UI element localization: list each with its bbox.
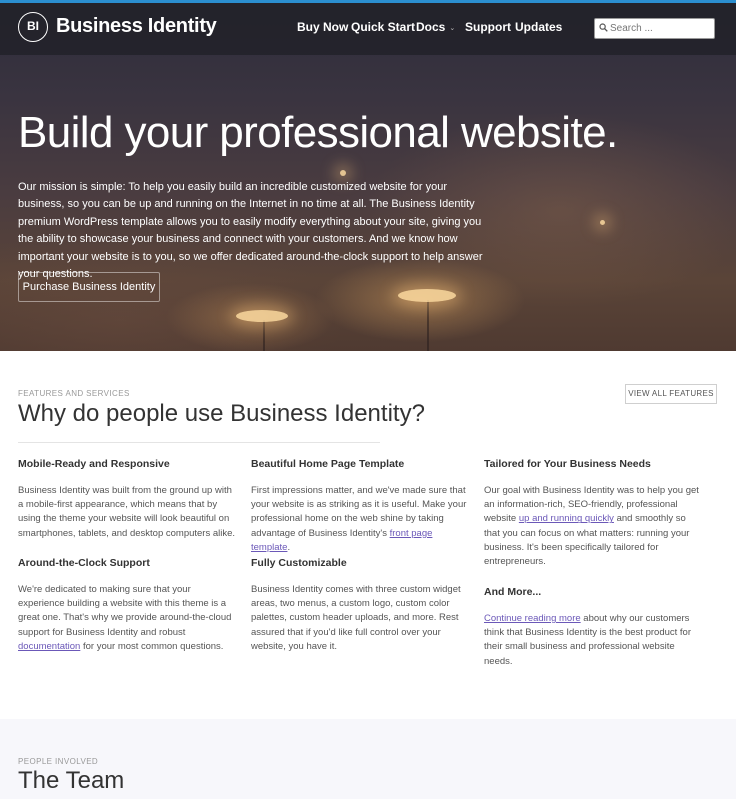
hero-mission-text: Our mission is simple: To help you easil… [18, 181, 483, 281]
team-section: PEOPLE INVOLVED The Team [0, 719, 736, 799]
hero-title: Build your professional website. [18, 108, 618, 157]
lamp-light [600, 220, 605, 225]
nav-docs[interactable]: Docs ⌄ [416, 20, 455, 34]
continue-reading-link[interactable]: Continue reading more [484, 613, 581, 624]
logo[interactable]: BI [18, 12, 48, 42]
lamp-light [398, 289, 456, 302]
search-box [594, 18, 715, 39]
feature-mobile-ready: Mobile-Ready and Responsive Business Ide… [18, 458, 236, 541]
features-section: FEATURES AND SERVICES Why do people use … [0, 351, 736, 719]
feature-text: Our goal with Business Identity was to h… [484, 484, 700, 569]
nav-support[interactable]: Support [465, 20, 511, 34]
lamp-pole [263, 320, 265, 351]
purchase-button[interactable]: Purchase Business Identity [18, 272, 160, 302]
feature-text-part: . [287, 541, 291, 553]
team-eyebrow: PEOPLE INVOLVED [18, 757, 99, 766]
feature-and-more: And More... Continue reading more about … [484, 586, 700, 669]
feature-text: We're dedicated to making sure that your… [18, 583, 236, 654]
feature-text: Business Identity was built from the gro… [18, 485, 236, 539]
feature-title: And More... [484, 586, 542, 598]
documentation-link[interactable]: documentation [18, 641, 80, 652]
feature-home-page-template: Beautiful Home Page Template First impre… [251, 458, 469, 555]
feature-text: Continue reading more about why our cust… [484, 612, 700, 669]
feature-title: Beautiful Home Page Template [251, 458, 405, 470]
view-all-features-button[interactable]: VIEW ALL FEATURES [625, 384, 717, 404]
lamp-pole [427, 300, 429, 351]
feature-text-part: First impressions matter, and we've made… [251, 485, 467, 539]
feature-title: Fully Customizable [251, 557, 347, 569]
top-navbar: BI Business Identity Buy Now Quick Start… [0, 3, 736, 55]
feature-text-part: for your most common questions. [80, 640, 224, 652]
feature-title: Tailored for Your Business Needs [484, 458, 651, 470]
features-eyebrow: FEATURES AND SERVICES [18, 389, 130, 398]
search-icon [599, 23, 608, 34]
nav-docs-label: Docs [416, 20, 446, 34]
up-and-running-link[interactable]: up and running quickly [519, 513, 614, 524]
feature-text: First impressions matter, and we've made… [251, 484, 469, 555]
feature-tailored: Tailored for Your Business Needs Our goa… [484, 458, 700, 569]
lamp-light [236, 310, 288, 322]
search-input[interactable] [610, 21, 710, 36]
nav-buy-now[interactable]: Buy Now [297, 20, 348, 34]
feature-customizable: Fully Customizable Business Identity com… [251, 557, 469, 654]
divider [18, 442, 380, 443]
team-title: The Team [18, 767, 125, 794]
features-title: Why do people use Business Identity? [18, 400, 425, 427]
hero-banner: BI Business Identity Buy Now Quick Start… [0, 0, 736, 351]
feature-title: Mobile-Ready and Responsive [18, 458, 170, 470]
feature-support: Around-the-Clock Support We're dedicated… [18, 557, 236, 654]
chevron-down-icon: ⌄ [449, 25, 456, 32]
nav-updates[interactable]: Updates [515, 20, 562, 34]
feature-text-part: We're dedicated to making sure that your… [18, 584, 232, 638]
site-title[interactable]: Business Identity [56, 15, 217, 38]
lamp-light [340, 170, 346, 176]
feature-text: Business Identity comes with three custo… [251, 584, 461, 652]
feature-title: Around-the-Clock Support [18, 557, 150, 569]
nav-quick-start[interactable]: Quick Start [351, 20, 415, 34]
